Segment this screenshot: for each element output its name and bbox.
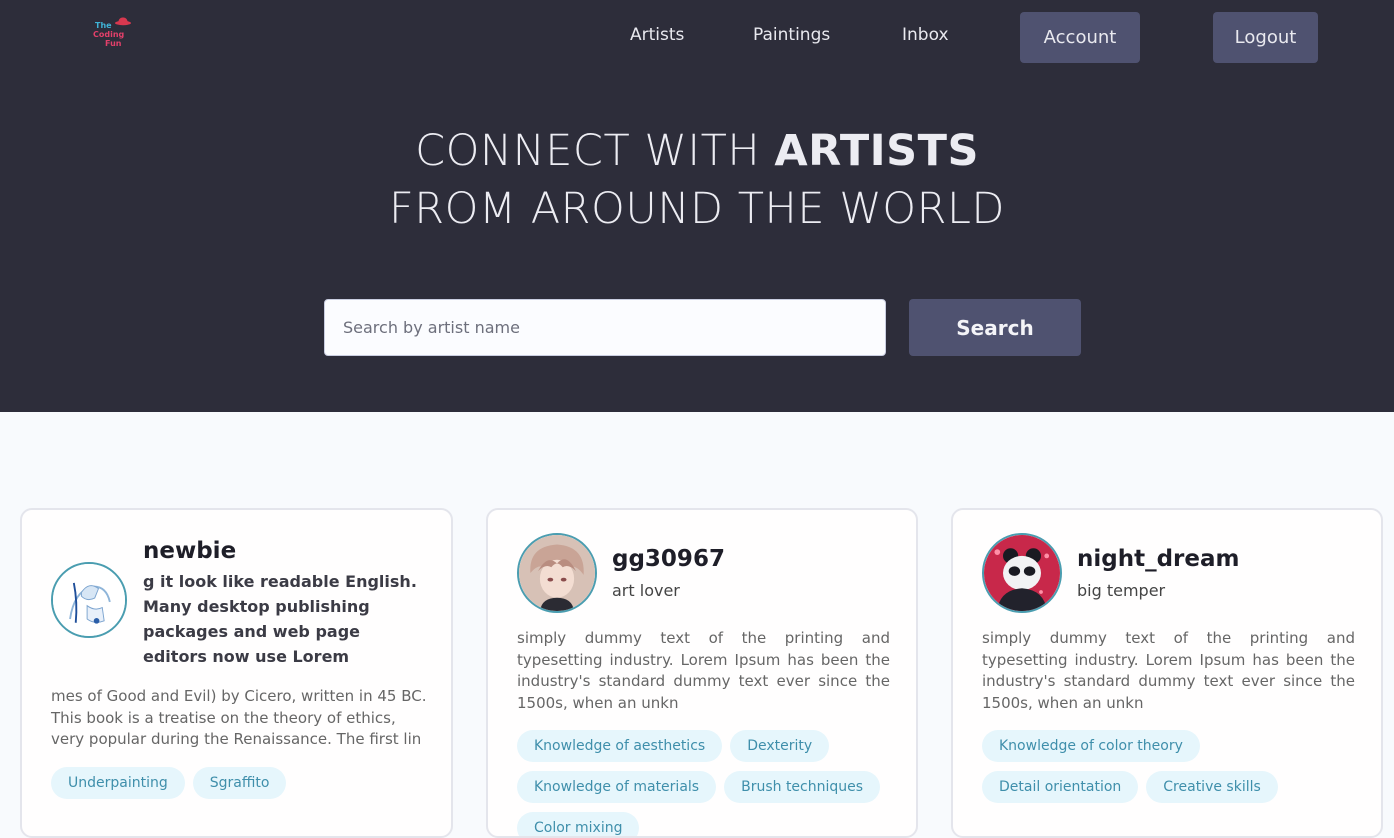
skill-tag[interactable]: Knowledge of color theory [982, 730, 1200, 762]
avatar [517, 533, 597, 613]
artist-username[interactable]: gg30967 [612, 546, 725, 572]
search-input[interactable] [324, 299, 886, 356]
logo-text-2: Coding [93, 30, 125, 39]
artist-tagline: big temper [1077, 581, 1166, 600]
skill-tags: Knowledge of color theory Detail orienta… [982, 730, 1362, 803]
hero-headline: CONNECT WITH ARTISTS FROM AROUND THE WOR… [0, 122, 1394, 238]
skill-tag[interactable]: Detail orientation [982, 771, 1139, 803]
brand-logo[interactable]: The Coding Fun [92, 16, 134, 50]
artist-tagline: g it look like readable English. Many de… [143, 572, 417, 666]
nav-paintings[interactable]: Paintings [753, 25, 830, 45]
artist-card[interactable]: newbie g it look like readable English. … [20, 508, 453, 838]
artist-tagline: art lover [612, 581, 680, 600]
artist-description: mes of Good and Evil) by Cicero, written… [51, 687, 427, 748]
logo-text-1: The [95, 21, 112, 30]
logout-button[interactable]: Logout [1213, 12, 1318, 63]
artist-description: simply dummy text of the printing and ty… [982, 629, 1355, 712]
skill-tag[interactable]: Underpainting [51, 767, 185, 799]
skill-tag[interactable]: Knowledge of aesthetics [517, 730, 723, 762]
skill-tag[interactable]: Sgraffito [192, 767, 287, 799]
artist-card[interactable]: night_dream big temper simply dummy text… [951, 508, 1383, 838]
avatar [51, 562, 127, 638]
skill-tags: Underpainting Sgraffito [51, 767, 431, 799]
skill-tag[interactable]: Color mixing [517, 812, 640, 836]
headline-line2: FROM AROUND THE WORLD [388, 184, 1006, 234]
artist-username[interactable]: newbie [143, 538, 236, 564]
artist-description: simply dummy text of the printing and ty… [517, 629, 890, 712]
headline-bold: ARTISTS [774, 126, 979, 176]
logo-text-3: Fun [105, 39, 122, 48]
artist-username[interactable]: night_dream [1077, 546, 1239, 572]
search-button[interactable]: Search [909, 299, 1081, 356]
skill-tag[interactable]: Knowledge of materials [517, 771, 717, 803]
skill-tag[interactable]: Brush techniques [724, 771, 881, 803]
hero-banner: The Coding Fun Artists Paintings Inbox A… [0, 0, 1394, 412]
skill-tags: Knowledge of aesthetics Dexterity Knowle… [517, 730, 897, 836]
avatar [982, 533, 1062, 613]
headline-prefix: CONNECT WITH [415, 126, 775, 176]
account-button[interactable]: Account [1020, 12, 1140, 63]
nav-inbox[interactable]: Inbox [902, 25, 949, 45]
skill-tag[interactable]: Creative skills [1146, 771, 1278, 803]
skill-tag[interactable]: Dexterity [730, 730, 830, 762]
artist-card[interactable]: gg30967 art lover simply dummy text of t… [486, 508, 918, 838]
nav-artists[interactable]: Artists [630, 25, 684, 45]
